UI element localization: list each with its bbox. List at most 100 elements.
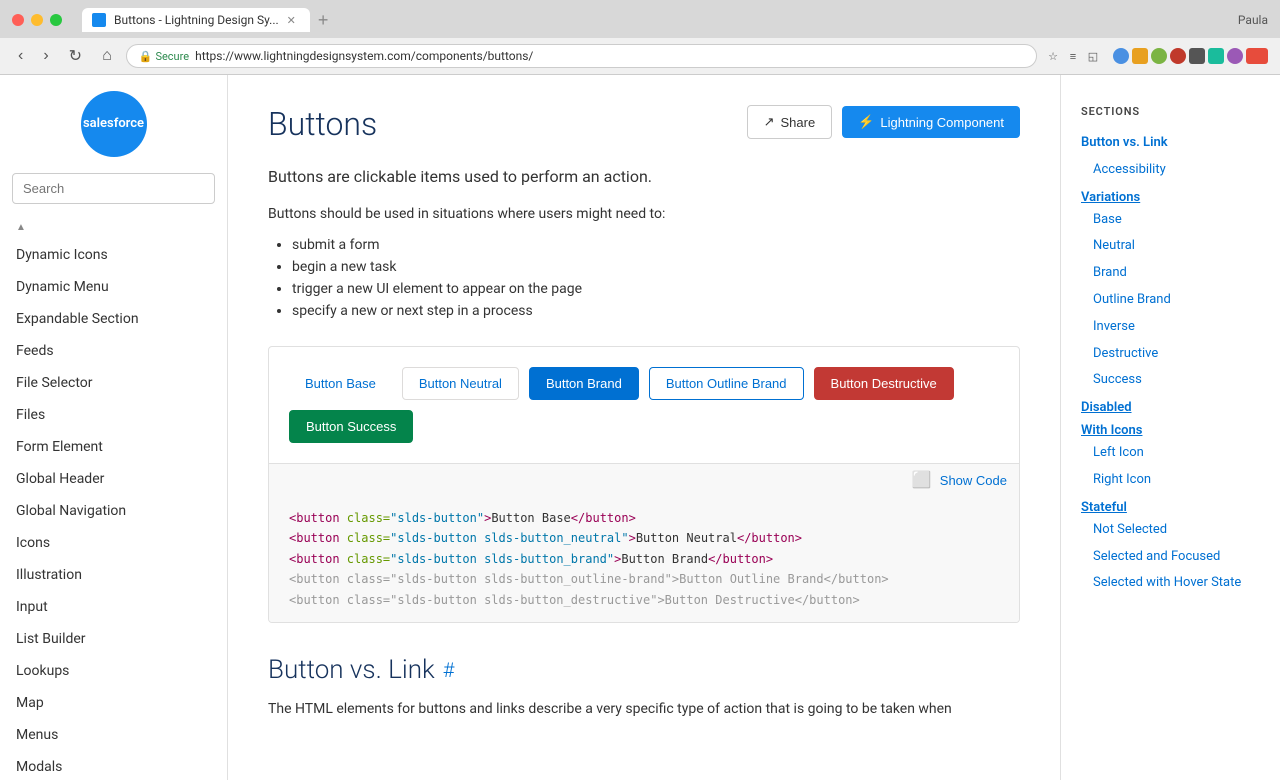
right-sidebar: SECTIONS Button vs. LinkAccessibilityVar…	[1060, 75, 1280, 780]
section-heading: Button vs. Link #	[268, 655, 1020, 685]
share-icon: ↗	[764, 114, 775, 130]
toc-item-base[interactable]: Base	[1081, 207, 1260, 234]
sidebar-item-collapsed[interactable]: ▲	[0, 216, 227, 239]
sidebar-item-menus[interactable]: Menus	[0, 719, 227, 751]
pocket-icon[interactable]: ◱	[1085, 48, 1101, 64]
code-line-3: <button class="slds-button slds-button_b…	[289, 549, 999, 569]
browser-tab[interactable]: Buttons - Lightning Design Sy... ✕	[82, 8, 310, 32]
section-description: The HTML elements for buttons and links …	[268, 701, 1020, 717]
sidebar-item-files[interactable]: Files	[0, 399, 227, 431]
share-button[interactable]: ↗ Share	[747, 105, 833, 139]
reader-icon[interactable]: ≡	[1065, 48, 1081, 64]
toc-title: SECTIONS	[1081, 105, 1260, 118]
sidebar-item-icons[interactable]: Icons	[0, 527, 227, 559]
extension-icon-5[interactable]	[1189, 48, 1205, 64]
sidebar-item-lookups[interactable]: Lookups	[0, 655, 227, 687]
extension-icon-4[interactable]	[1170, 48, 1186, 64]
toc-item-selected-and-focused[interactable]: Selected and Focused	[1081, 544, 1260, 571]
sidebar-item-global-header[interactable]: Global Header	[0, 463, 227, 495]
code-actions: ⬜ Show Code	[269, 464, 1019, 496]
forward-button[interactable]: ›	[37, 45, 54, 67]
toc-item-outline-brand[interactable]: Outline Brand	[1081, 287, 1260, 314]
toc-item-inverse[interactable]: Inverse	[1081, 314, 1260, 341]
sidebar-item-global-navigation[interactable]: Global Navigation	[0, 495, 227, 527]
extension-icon-8[interactable]	[1246, 48, 1268, 64]
lightning-label: Lightning Component	[880, 115, 1004, 130]
address-url: https://www.lightningdesignsystem.com/co…	[195, 49, 533, 63]
toc-item-neutral[interactable]: Neutral	[1081, 233, 1260, 260]
toc-item-right-icon[interactable]: Right Icon	[1081, 467, 1260, 494]
section-heading-text: Button vs. Link	[268, 655, 435, 685]
extension-icon-2[interactable]	[1132, 48, 1148, 64]
copy-code-button[interactable]: ⬜	[912, 470, 932, 490]
sidebar-item-dynamic-icons[interactable]: Dynamic Icons	[0, 239, 227, 271]
code-value: "slds-button"	[390, 511, 484, 525]
bookmark-icon[interactable]: ☆	[1045, 48, 1061, 64]
address-bar[interactable]: 🔒 Secure https://www.lightningdesignsyst…	[126, 44, 1037, 68]
new-tab-button[interactable]: +	[310, 10, 337, 31]
nav-items-container: Dynamic IconsDynamic MenuExpandable Sect…	[0, 239, 227, 780]
toc-item-destructive[interactable]: Destructive	[1081, 341, 1260, 368]
minimize-window-button[interactable]	[31, 14, 43, 26]
extension-icon-7[interactable]	[1227, 48, 1243, 64]
toc-item-button-vs.-link[interactable]: Button vs. Link	[1081, 130, 1260, 157]
toc-item-with-icons[interactable]: With Icons	[1081, 417, 1260, 440]
usage-list-item: begin a new task	[292, 256, 1020, 278]
sidebar-item-file-selector[interactable]: File Selector	[0, 367, 227, 399]
back-button[interactable]: ‹	[12, 45, 29, 67]
extension-icon-1[interactable]	[1113, 48, 1129, 64]
toc-item-variations[interactable]: Variations	[1081, 184, 1260, 207]
sidebar-item-illustration[interactable]: Illustration	[0, 559, 227, 591]
sidebar-item-dynamic-menu[interactable]: Dynamic Menu	[0, 271, 227, 303]
usage-list-item: specify a new or next step in a process	[292, 300, 1020, 322]
section-hash-link[interactable]: #	[443, 658, 455, 682]
close-window-button[interactable]	[12, 14, 24, 26]
browser-extensions	[1113, 48, 1268, 64]
code-attr: class=	[347, 511, 390, 525]
button-brand-demo[interactable]: Button Brand	[529, 367, 639, 400]
maximize-window-button[interactable]	[50, 14, 62, 26]
lightning-component-button[interactable]: ⚡ Lightning Component	[842, 106, 1020, 138]
toc-item-success[interactable]: Success	[1081, 367, 1260, 394]
sidebar-item-map[interactable]: Map	[0, 687, 227, 719]
tab-close-button[interactable]: ✕	[287, 14, 296, 27]
button-neutral-demo[interactable]: Button Neutral	[402, 367, 519, 400]
sidebar-item-list-builder[interactable]: List Builder	[0, 623, 227, 655]
code-line-1: <button class="slds-button">Button Base<…	[289, 508, 999, 528]
lock-icon: 🔒	[139, 50, 153, 63]
browser-chrome: Buttons - Lightning Design Sy... ✕ + Pau…	[0, 0, 1280, 75]
secure-badge: 🔒 Secure	[139, 50, 189, 63]
toc-item-disabled[interactable]: Disabled	[1081, 394, 1260, 417]
toc-item-brand[interactable]: Brand	[1081, 260, 1260, 287]
refresh-button[interactable]: ↻	[63, 44, 88, 68]
button-success-demo[interactable]: Button Success	[289, 410, 413, 443]
code-line-5: <button class="slds-button slds-button_d…	[289, 590, 999, 610]
extension-icon-6[interactable]	[1208, 48, 1224, 64]
browser-titlebar: Buttons - Lightning Design Sy... ✕ + Pau…	[0, 0, 1280, 38]
home-button[interactable]: ⌂	[96, 45, 118, 67]
window-controls	[12, 14, 62, 26]
sidebar-item-modals[interactable]: Modals	[0, 751, 227, 780]
toc-item-left-icon[interactable]: Left Icon	[1081, 440, 1260, 467]
sidebar-item-input[interactable]: Input	[0, 591, 227, 623]
share-label: Share	[781, 115, 816, 130]
code-line-2: <button class="slds-button slds-button_n…	[289, 528, 999, 548]
sidebar-nav: ▲ Dynamic IconsDynamic MenuExpandable Se…	[0, 216, 227, 780]
extension-icon-3[interactable]	[1151, 48, 1167, 64]
button-destructive-demo[interactable]: Button Destructive	[814, 367, 954, 400]
toc-item-selected-with-hover-state[interactable]: Selected with Hover State	[1081, 570, 1260, 597]
salesforce-logo[interactable]: salesforce	[81, 91, 147, 157]
toc-item-accessibility[interactable]: Accessibility	[1081, 157, 1260, 184]
browser-user: Paula	[1238, 13, 1268, 27]
toc-item-stateful[interactable]: Stateful	[1081, 494, 1260, 517]
show-code-button[interactable]: Show Code	[940, 473, 1007, 488]
sidebar-item-form-element[interactable]: Form Element	[0, 431, 227, 463]
button-outline-brand-demo[interactable]: Button Outline Brand	[649, 367, 804, 400]
sidebar-item-expandable-section[interactable]: Expandable Section	[0, 303, 227, 335]
toc-item-not-selected[interactable]: Not Selected	[1081, 517, 1260, 544]
app-layout: salesforce ▲ Dynamic IconsDynamic MenuEx…	[0, 75, 1280, 780]
search-input[interactable]	[12, 173, 215, 204]
button-base-demo[interactable]: Button Base	[289, 368, 392, 399]
sidebar-item-feeds[interactable]: Feeds	[0, 335, 227, 367]
usage-list-item: trigger a new UI element to appear on th…	[292, 278, 1020, 300]
